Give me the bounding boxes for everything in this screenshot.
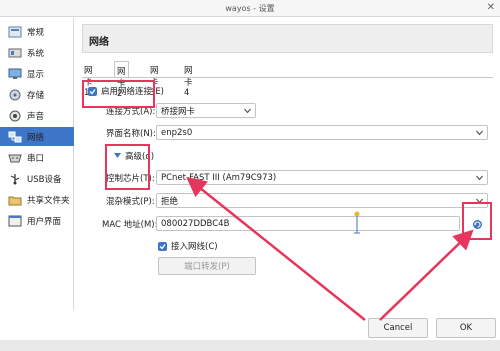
ok-label: OK	[459, 323, 473, 333]
sidebar-item-network[interactable]: 网络	[0, 127, 74, 146]
adapter-type-value: PCnet-FAST III (Am79C973)	[161, 172, 277, 183]
promiscuous-label: 混杂模式(P):	[106, 197, 155, 207]
cable-connected-label: 接入网线(C)	[171, 242, 218, 252]
sidebar-item-label: USB设备	[27, 174, 62, 185]
mac-label: MAC 地址(M):	[102, 220, 158, 230]
sidebar-item-storage[interactable]: 存储	[0, 85, 74, 104]
system-icon	[7, 46, 22, 59]
sidebar-item-label: 用户界面	[27, 216, 62, 227]
promiscuous-value: 拒绝	[161, 196, 179, 207]
sidebar-item-label: 声音	[27, 111, 45, 122]
cable-connected-row[interactable]: 接入网线(C)	[158, 240, 218, 252]
port-forwarding-label: 端口转发(P)	[184, 262, 230, 272]
sidebar-item-label: 网络	[27, 132, 45, 143]
chevron-down-icon	[476, 129, 483, 139]
chevron-down-icon	[244, 107, 251, 117]
sidebar-item-general[interactable]: 常规	[0, 22, 74, 41]
sidebar-item-serial-port[interactable]: 串口	[0, 148, 74, 167]
page-title: 网络	[89, 37, 109, 48]
sidebar-item-label: 显示	[27, 69, 45, 80]
usb-icon	[7, 172, 22, 185]
close-icon[interactable]: ✕	[487, 2, 495, 13]
sidebar-item-label: 存储	[27, 90, 45, 101]
general-icon	[7, 25, 22, 38]
cancel-button[interactable]: Cancel	[368, 318, 428, 338]
tab-adapter-1[interactable]: 网卡 1	[82, 61, 95, 98]
interface-name-select[interactable]: enp2s0	[156, 125, 488, 140]
shared-folder-icon	[7, 193, 22, 206]
promiscuous-row: 混杂模式(P):	[106, 195, 155, 207]
sidebar-item-system[interactable]: 系统	[0, 43, 74, 62]
sidebar-item-label: 串口	[27, 153, 45, 164]
attached-to-select[interactable]: 桥接网卡	[156, 103, 256, 118]
interface-name-row: 界面名称(N):	[106, 127, 156, 139]
sidebar-item-display[interactable]: 显示	[0, 64, 74, 83]
background-strip	[0, 340, 500, 351]
cancel-label: Cancel	[383, 323, 413, 333]
audio-icon	[7, 109, 22, 122]
sidebar-item-usb[interactable]: USB设备	[0, 169, 74, 188]
user-interface-icon	[7, 214, 22, 227]
attached-to-value: 桥接网卡	[161, 106, 196, 117]
promiscuous-select[interactable]: 拒绝	[156, 193, 488, 208]
ok-button[interactable]: OK	[436, 318, 496, 338]
mac-row: MAC 地址(M):	[102, 218, 157, 230]
tab-adapter-2[interactable]: 网卡 2	[114, 61, 129, 99]
sidebar-item-label: 共享文件夹	[27, 195, 70, 206]
text-cursor-icon	[352, 211, 362, 237]
sidebar-item-audio[interactable]: 声音	[0, 106, 74, 125]
port-forwarding-button[interactable]: 端口转发(P)	[158, 257, 256, 275]
adapter-type-select[interactable]: PCnet-FAST III (Am79C973)	[156, 170, 488, 185]
chevron-down-icon	[476, 174, 483, 184]
interface-name-value: enp2s0	[161, 127, 193, 138]
window-title: wayos - 设置	[225, 4, 275, 13]
mac-address-value: 080027DDBC4B	[161, 218, 230, 229]
network-icon	[7, 130, 22, 143]
annotation-box-adapter-type	[105, 144, 150, 190]
annotation-box-enable	[82, 80, 155, 108]
mac-address-input[interactable]: 080027DDBC4B	[156, 216, 460, 231]
serial-port-icon	[7, 151, 22, 164]
cable-connected-checkbox[interactable]	[158, 241, 167, 251]
display-icon	[7, 67, 22, 80]
tab-adapter-4[interactable]: 网卡 4	[182, 61, 195, 98]
tab-divider	[82, 77, 493, 78]
window-titlebar: wayos - 设置 ✕	[0, 0, 500, 17]
sidebar-item-label: 系统	[27, 48, 45, 59]
annotation-box-refresh	[462, 202, 492, 240]
settings-sidebar: 常规 系统 显示 存储 声音 网络 串口 USB设备 共享文件夹 用户界面	[0, 18, 74, 310]
sidebar-item-user-interface[interactable]: 用户界面	[0, 211, 74, 230]
interface-name-label: 界面名称(N):	[106, 129, 156, 139]
sidebar-item-label: 常规	[27, 27, 45, 38]
storage-icon	[7, 88, 22, 101]
page-header: 网络	[82, 24, 493, 53]
sidebar-item-shared-folder[interactable]: 共享文件夹	[0, 190, 74, 209]
tab-adapter-3[interactable]: 网卡 3	[148, 61, 161, 98]
